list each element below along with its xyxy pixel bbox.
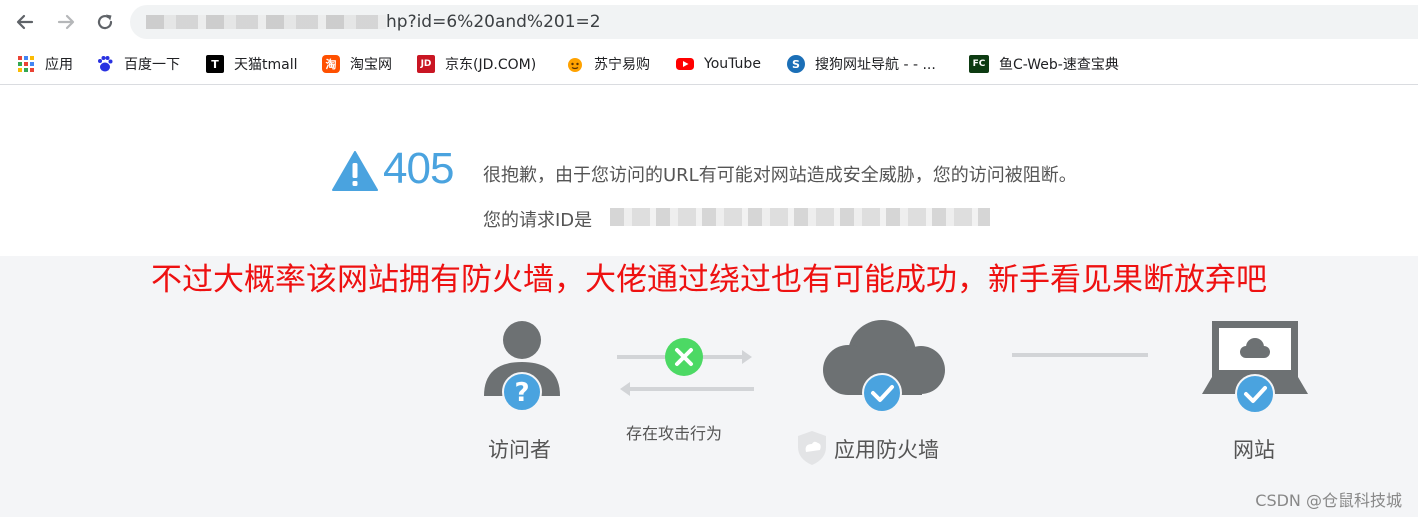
bookmark-label: 鱼C-Web-速查宝典 <box>999 57 1119 73</box>
jd-icon: JD <box>417 55 435 73</box>
bookmark-apps[interactable]: 应用 <box>17 53 73 75</box>
website-laptop-icon <box>1202 321 1308 414</box>
bookmark-sogou[interactable]: S 搜狗网址导航 - - ... <box>787 53 936 75</box>
bookmark-youtube[interactable]: YouTube <box>676 53 761 75</box>
warning-icon <box>332 151 378 191</box>
arrow-right-icon <box>57 14 75 30</box>
taobao-icon: 淘 <box>322 55 340 73</box>
bookmark-label: 天猫tmall <box>234 57 298 73</box>
suning-icon <box>568 58 582 72</box>
annotation-text: 不过大概率该网站拥有防火墙，大佬通过绕过也有可能成功，新手看见果断放弃吧 <box>151 262 1267 298</box>
watermark: CSDN @仓鼠科技城 <box>1255 491 1402 510</box>
browser-toolbar: hp?id=6%20and%201=2 <box>0 0 1418 43</box>
fishc-icon: FC <box>969 55 989 73</box>
back-button[interactable] <box>12 9 38 35</box>
connector-line <box>1012 353 1148 357</box>
bookmark-label: 淘宝网 <box>350 57 392 73</box>
url-redacted-blur <box>146 15 386 29</box>
firewall-label: 应用防火墙 <box>834 438 939 462</box>
sogou-icon: S <box>787 55 805 73</box>
bookmark-tmall[interactable]: T 天猫tmall <box>206 53 298 75</box>
bookmark-taobao[interactable]: 淘 淘宝网 <box>322 53 392 75</box>
visitor-label: 访问者 <box>488 438 551 462</box>
reload-button[interactable] <box>92 9 118 35</box>
url-text: hp?id=6%20and%201=2 <box>386 12 601 32</box>
apps-grid-icon <box>18 56 34 72</box>
baidu-icon <box>98 56 113 72</box>
bookmark-label: 百度一下 <box>124 57 180 73</box>
page-root: hp?id=6%20and%201=2 应用 百度一下 T 天猫tmall 淘 … <box>0 0 1418 517</box>
bookmark-jd[interactable]: JD 京东(JD.COM) <box>417 53 536 75</box>
bookmark-fishc[interactable]: FC 鱼C-Web-速查宝典 <box>969 53 1119 75</box>
shield-icon <box>798 431 826 465</box>
firewall-cloud-icon <box>823 320 945 413</box>
error-message: 很抱歉，由于您访问的URL有可能对网站造成安全威胁，您的访问被阻断。 <box>483 165 1077 186</box>
bookmark-label: 苏宁易购 <box>594 57 650 73</box>
attack-label: 存在攻击行为 <box>626 424 723 443</box>
bookmark-suning[interactable]: 苏宁易购 <box>566 53 650 75</box>
error-code: 405 <box>383 144 454 193</box>
bookmark-label: 京东(JD.COM) <box>445 57 537 73</box>
forward-button[interactable] <box>53 9 79 35</box>
tmall-icon: T <box>206 55 224 73</box>
website-label: 网站 <box>1233 438 1275 462</box>
bookmark-label: 搜狗网址导航 - - ... <box>815 57 936 73</box>
arrow-left-icon <box>16 14 34 30</box>
bookmark-label: YouTube <box>704 56 761 72</box>
youtube-icon <box>676 58 694 70</box>
bookmark-baidu[interactable]: 百度一下 <box>96 53 180 75</box>
svg-text:?: ? <box>514 378 529 408</box>
bookmarks-bar: 应用 百度一下 T 天猫tmall 淘 淘宝网 JD 京东(JD.COM) 苏宁… <box>0 43 1418 85</box>
bookmark-label: 应用 <box>45 57 73 73</box>
request-id-label: 您的请求ID是 <box>483 210 593 231</box>
reload-icon <box>97 14 113 30</box>
request-id-redacted-blur <box>610 208 990 226</box>
visitor-icon: ? <box>484 321 560 412</box>
attack-arrows-icon <box>617 338 754 396</box>
address-bar[interactable]: hp?id=6%20and%201=2 <box>130 5 1418 39</box>
